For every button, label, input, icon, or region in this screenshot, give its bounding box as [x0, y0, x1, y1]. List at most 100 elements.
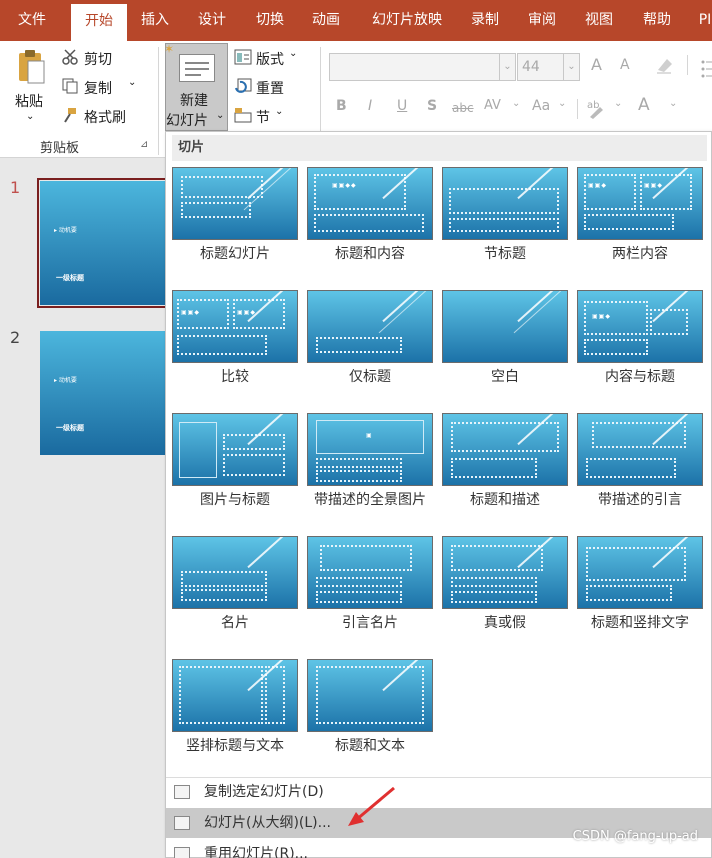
clear-format-icon[interactable]: [655, 56, 675, 78]
layout-name[interactable]: 仅标题: [302, 366, 438, 386]
layout-name[interactable]: 标题和竖排文字: [572, 612, 708, 632]
layout-name[interactable]: 带描述的引言: [572, 489, 708, 509]
italic-button[interactable]: I: [368, 98, 372, 114]
highlight-icon[interactable]: ab: [586, 97, 608, 123]
layout-thumbnail[interactable]: ▣▣◆: [577, 290, 703, 363]
layout-thumbnail[interactable]: [172, 536, 298, 609]
layout-thumbnail[interactable]: [442, 536, 568, 609]
format-painter-button[interactable]: 格式刷: [84, 107, 126, 127]
layout-name[interactable]: 图片与标题: [167, 489, 303, 509]
paste-dropdown-icon[interactable]: ⌄: [26, 111, 34, 122]
layout-name[interactable]: 内容与标题: [572, 366, 708, 386]
format-painter-icon: [62, 107, 78, 127]
layout-name[interactable]: 节标题: [437, 243, 573, 263]
slide-subtitle: ▸ 动机要: [54, 227, 77, 234]
layout-thumbnail[interactable]: ▣▣◆ ▣▣◆: [577, 167, 703, 240]
copy-dropdown-icon[interactable]: ⌄: [128, 77, 136, 88]
tab-file[interactable]: 文件: [0, 0, 64, 41]
red-arrow-icon: [348, 786, 395, 826]
scissors-icon: [62, 49, 78, 69]
layout-name[interactable]: 名片: [167, 612, 303, 632]
layout-name[interactable]: 竖排标题与文本: [167, 735, 303, 755]
tab-insert[interactable]: 插入: [131, 0, 179, 41]
tab-transitions[interactable]: 切换: [246, 0, 294, 41]
ribbon-separator: [687, 55, 688, 75]
layout-name[interactable]: 标题和文本: [302, 735, 438, 755]
layout-name[interactable]: 标题和描述: [437, 489, 573, 509]
strikethrough-button[interactable]: abc: [452, 101, 474, 115]
clipboard-launcher-icon[interactable]: ⊿: [140, 139, 148, 150]
slide-subtitle: ▸ 动机要: [54, 377, 77, 384]
ribbon-separator: [577, 99, 578, 119]
paste-icon[interactable]: [16, 49, 46, 85]
underline-button[interactable]: U: [397, 98, 407, 114]
tab-review[interactable]: 审阅: [518, 0, 566, 41]
shadow-button[interactable]: S: [427, 98, 437, 114]
new-slide-button[interactable]: ✶ 新建 幻灯片 ⌄: [164, 42, 228, 131]
font-size-combo[interactable]: 44 ⌄: [517, 53, 580, 81]
layout-thumbnail[interactable]: [442, 290, 568, 363]
tab-help[interactable]: 帮助: [633, 0, 681, 41]
font-family-combo[interactable]: ⌄: [329, 53, 516, 81]
layout-name[interactable]: 标题幻灯片: [167, 243, 303, 263]
grow-font-button[interactable]: A: [591, 55, 602, 74]
layout-name[interactable]: 引言名片: [302, 612, 438, 632]
layout-thumbnail[interactable]: [172, 659, 298, 732]
bold-button[interactable]: B: [336, 98, 347, 114]
layout-name[interactable]: 两栏内容: [572, 243, 708, 263]
layout-thumbnail[interactable]: [307, 536, 433, 609]
layout-thumbnail[interactable]: ▣▣◆◆: [307, 167, 433, 240]
font-size-value: 44: [522, 59, 540, 75]
tab-home[interactable]: 开始: [71, 4, 127, 41]
layout-thumbnail[interactable]: ▣▣◆ ▣▣◆: [172, 290, 298, 363]
change-case-dropdown-icon[interactable]: ⌄: [558, 98, 566, 109]
shrink-font-button[interactable]: A: [620, 57, 630, 73]
slide-thumbnail[interactable]: ▸ 动机要 一级标题: [40, 331, 165, 455]
cut-button[interactable]: 剪切: [84, 49, 112, 69]
layout-name[interactable]: 带描述的全景图片: [302, 489, 438, 509]
tab-animations[interactable]: 动画: [302, 0, 350, 41]
menu-item-label: 幻灯片(从大纲)(L)...: [204, 815, 331, 831]
paste-button[interactable]: 粘贴: [15, 91, 43, 111]
char-spacing-button[interactable]: AV: [484, 98, 501, 113]
layout-name[interactable]: 真或假: [437, 612, 573, 632]
layout-thumbnail[interactable]: [577, 413, 703, 486]
tab-record[interactable]: 录制: [462, 0, 508, 41]
copy-button[interactable]: 复制: [84, 78, 112, 98]
duplicate-slide-menu-item[interactable]: 复制选定幻灯片(D): [166, 777, 711, 807]
copy-icon: [62, 78, 78, 98]
ribbon-tab-bar: 文件 开始 插入 设计 切换 动画 幻灯片放映 录制 审阅 视图 帮助 PI: [0, 0, 712, 41]
layout-name[interactable]: 标题和内容: [302, 243, 438, 263]
section-dropdown-icon[interactable]: ⌄: [275, 106, 283, 117]
char-spacing-dropdown-icon[interactable]: ⌄: [512, 98, 520, 109]
section-button[interactable]: 节: [256, 107, 270, 127]
list-icon[interactable]: [701, 59, 712, 91]
tab-design[interactable]: 设计: [189, 0, 235, 41]
change-case-button[interactable]: Aa: [532, 98, 550, 114]
font-color-button[interactable]: A: [638, 95, 650, 115]
highlight-dropdown-icon[interactable]: ⌄: [614, 98, 622, 109]
layout-thumbnail[interactable]: [307, 290, 433, 363]
ribbon-separator: [158, 47, 159, 155]
menu-item-label: 重用幻灯片(R)...: [204, 846, 309, 858]
slide-number: 2: [10, 328, 21, 347]
tab-view[interactable]: 视图: [576, 0, 622, 41]
layout-thumbnail[interactable]: ▣: [307, 413, 433, 486]
layout-thumbnail[interactable]: [307, 659, 433, 732]
layout-thumbnail[interactable]: [172, 413, 298, 486]
layout-thumbnail[interactable]: [172, 167, 298, 240]
layout-thumbnail[interactable]: [577, 536, 703, 609]
reset-button[interactable]: 重置: [256, 78, 284, 98]
layout-name[interactable]: 比较: [167, 366, 303, 386]
layout-icon: [234, 49, 252, 69]
slide-thumbnail[interactable]: ▸ 动机要 一级标题: [37, 178, 168, 308]
layout-thumbnail[interactable]: [442, 167, 568, 240]
tab-partial[interactable]: PI: [690, 0, 712, 41]
layout-dropdown-icon[interactable]: ⌄: [289, 48, 297, 59]
layout-thumbnail[interactable]: [442, 413, 568, 486]
font-color-dropdown-icon[interactable]: ⌄: [669, 98, 677, 109]
tab-slideshow[interactable]: 幻灯片放映: [362, 0, 452, 41]
layout-button[interactable]: 版式: [256, 49, 284, 69]
chevron-down-icon: ⌄: [499, 54, 515, 80]
layout-name[interactable]: 空白: [437, 366, 573, 386]
